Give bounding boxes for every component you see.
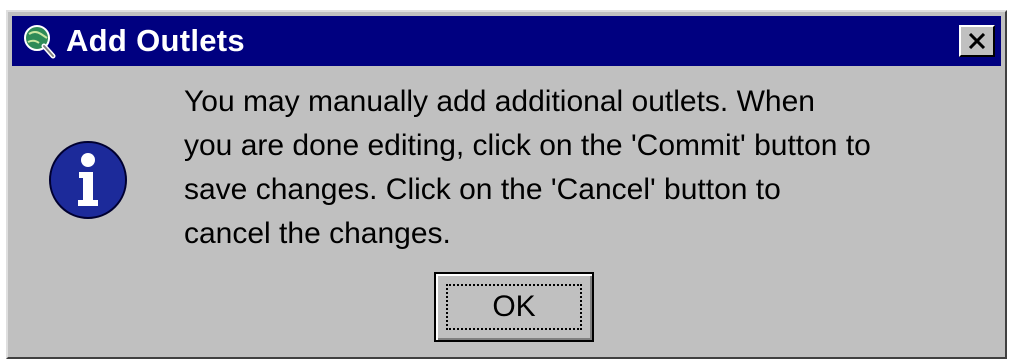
information-icon <box>49 141 127 219</box>
dialog-title: Add Outlets <box>66 23 245 58</box>
add-outlets-dialog: Add Outlets You may manually add additio… <box>6 10 1007 359</box>
title-bar[interactable]: Add Outlets <box>12 16 1001 66</box>
globe-magnifier-icon <box>18 21 58 61</box>
message-text: You may manually add additional outlets.… <box>184 85 871 250</box>
close-x-icon <box>968 33 986 49</box>
close-button[interactable] <box>959 25 995 57</box>
ok-button-label: OK <box>492 290 536 323</box>
ok-button[interactable]: OK <box>434 272 594 342</box>
